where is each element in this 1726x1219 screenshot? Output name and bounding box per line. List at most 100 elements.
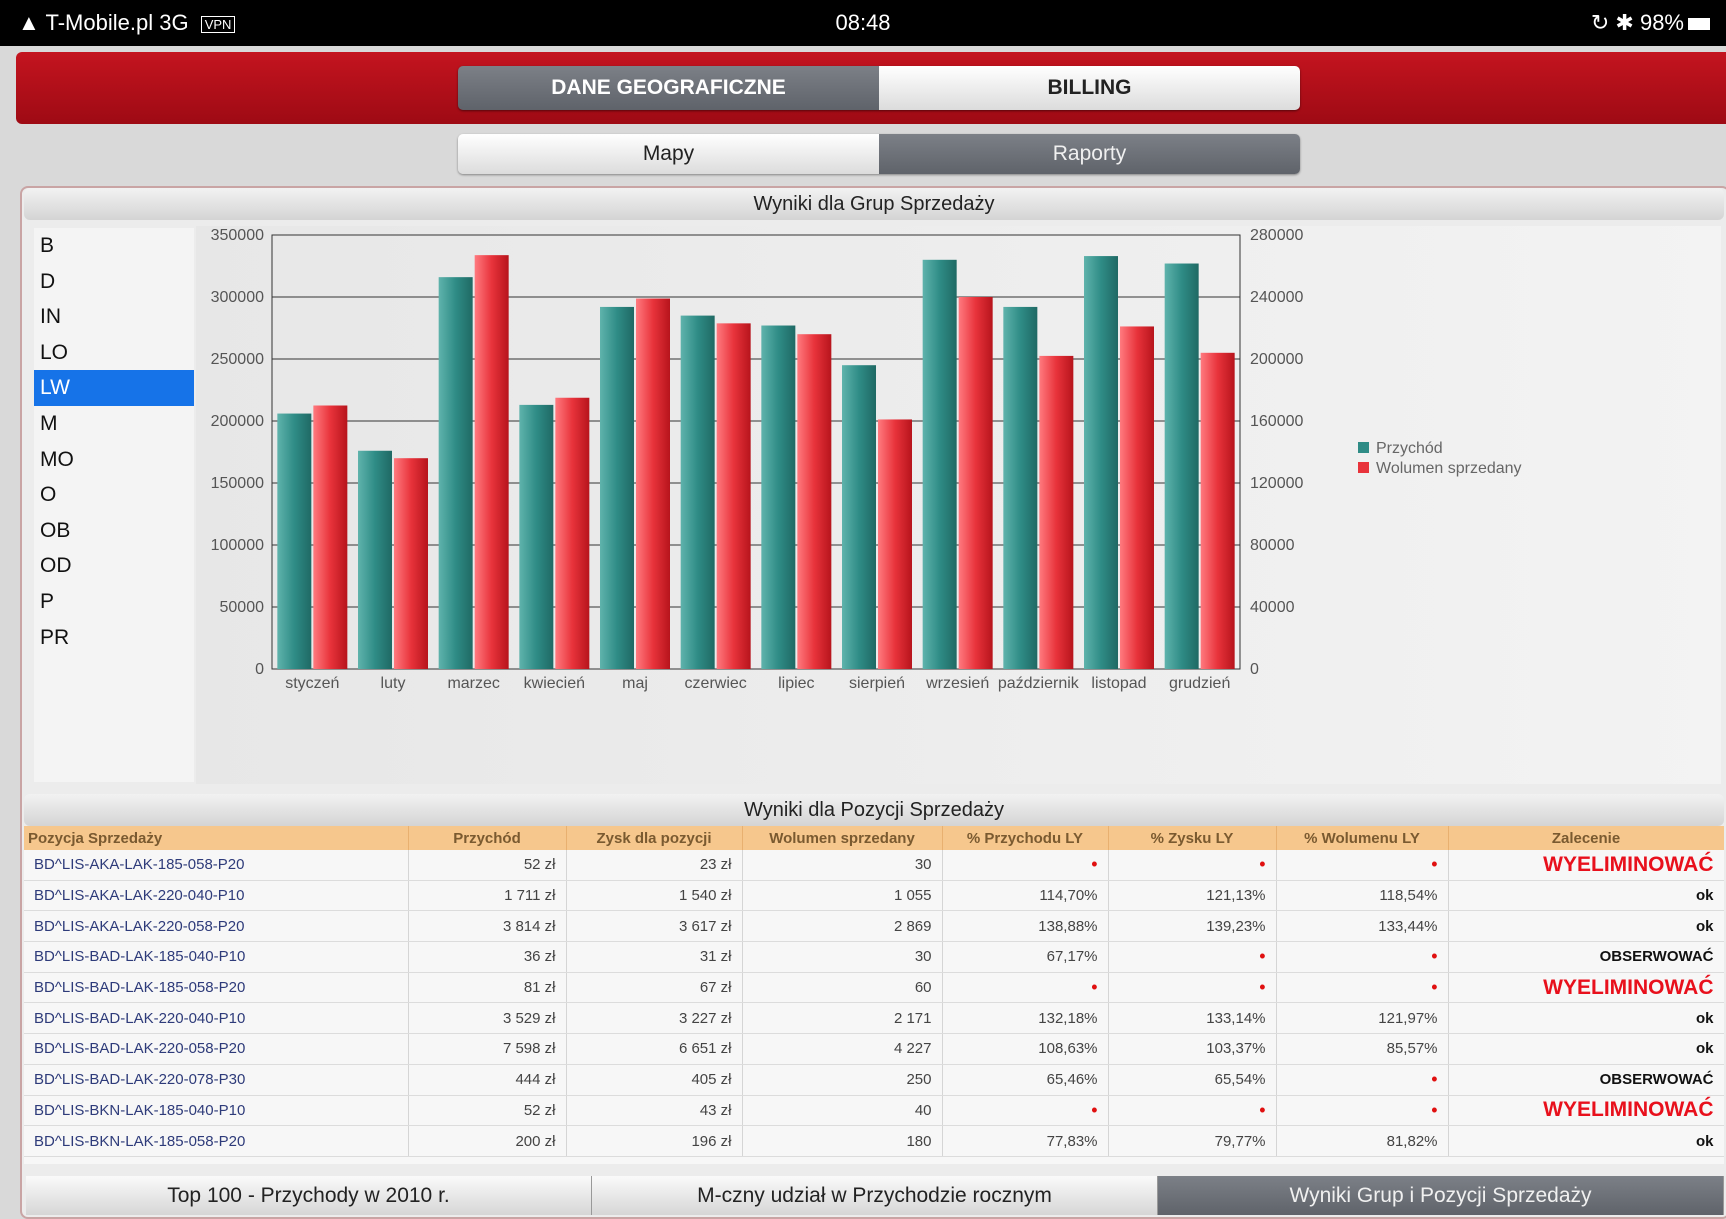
table-cell: ok: [1448, 1125, 1724, 1157]
table-row[interactable]: BD^LIS-BAD-LAK-220-078-P30 444 zł 405 zł 25…: [24, 1064, 1724, 1096]
column-header[interactable]: % Wolumenu LY: [1276, 826, 1449, 850]
table-cell: ok: [1448, 1002, 1724, 1035]
y-tick-label-right: 0: [1250, 661, 1259, 678]
group-item-lo[interactable]: LO: [34, 335, 194, 371]
table-cell: 43 zł: [566, 1095, 743, 1127]
table-cell: 65,46%: [942, 1064, 1109, 1096]
table-cell: 196 zł: [566, 1125, 743, 1157]
bar-wolumen: [1039, 355, 1074, 669]
group-item-od[interactable]: OD: [34, 548, 194, 584]
table-cell: 79,77%: [1108, 1125, 1277, 1157]
y-tick-label-left: 250000: [211, 351, 264, 368]
table-cell: 118,54%: [1276, 880, 1449, 912]
table-cell: 67,17%: [942, 941, 1109, 973]
group-item-ob[interactable]: OB: [34, 513, 194, 549]
column-header[interactable]: Przychód: [408, 826, 567, 850]
table-cell: 81 zł: [408, 972, 567, 1004]
y-tick-label-left: 300000: [211, 289, 264, 306]
items-section-title: Wyniki dla Pozycji Sprzedaży: [24, 794, 1724, 826]
table-cell: 121,13%: [1108, 880, 1277, 912]
table-row[interactable]: BD^LIS-BAD-LAK-185-040-P10 36 zł 31 zł 30 67…: [24, 941, 1724, 973]
table-cell: 65,54%: [1108, 1064, 1277, 1096]
group-item-o[interactable]: O: [34, 477, 194, 513]
y-tick-label-left: 200000: [211, 413, 264, 430]
group-item-d[interactable]: D: [34, 264, 194, 300]
table-cell: 133,44%: [1276, 910, 1449, 943]
bar-przychod: [761, 325, 796, 669]
clock: 08:48: [835, 10, 891, 35]
table-row[interactable]: BD^LIS-BAD-LAK-185-058-P20 81 zł 67 zł 60 • •…: [24, 972, 1724, 1004]
table-row[interactable]: BD^LIS-BKN-LAK-185-058-P20 200 zł 196 zł 18…: [24, 1125, 1724, 1157]
column-header[interactable]: Wolumen sprzedany: [742, 826, 943, 850]
table-row[interactable]: BD^LIS-BAD-LAK-220-040-P10 3 529 zł 3 227 …: [24, 1002, 1724, 1035]
table-row[interactable]: BD^LIS-BKN-LAK-185-040-P10 52 zł 43 zł 40 • •…: [24, 1095, 1724, 1127]
bar-przychod: [438, 277, 473, 669]
bar-przychod: [842, 365, 876, 669]
bar-przychod: [519, 404, 554, 669]
x-tick-label: luty: [381, 675, 406, 692]
bar-wolumen: [394, 458, 428, 669]
group-item-in[interactable]: IN: [34, 299, 194, 335]
y-tick-label-left: 50000: [220, 599, 265, 616]
bar-przychod: [1164, 263, 1199, 669]
group-item-m[interactable]: M: [34, 406, 194, 442]
table-cell: 1 540 zł: [566, 880, 743, 912]
table-cell: •: [1276, 941, 1449, 973]
table-cell: 6 651 zł: [566, 1033, 743, 1065]
y-tick-label-right: 160000: [1250, 413, 1303, 430]
bar-wolumen: [474, 255, 509, 669]
table-cell: 138,88%: [942, 910, 1109, 943]
table-cell: 85,57%: [1276, 1033, 1449, 1065]
table-row[interactable]: BD^LIS-BAD-LAK-220-058-P20 7 598 zł 6 651 …: [24, 1033, 1724, 1065]
bar-wolumen: [1200, 352, 1235, 669]
table-cell: 67 zł: [566, 972, 743, 1004]
tab-dane-geograficzne[interactable]: DANE GEOGRAFICZNE: [458, 66, 879, 110]
table-row[interactable]: BD^LIS-AKA-LAK-220-040-P10 1 711 zł 1 540 …: [24, 880, 1724, 912]
bar-przychod: [277, 413, 312, 669]
column-header[interactable]: Zysk dla pozycji: [566, 826, 743, 850]
tab-raporty[interactable]: Raporty: [879, 134, 1300, 174]
legend-label-wolumen: Wolumen sprzedany: [1376, 460, 1522, 477]
table-cell: •: [1276, 972, 1449, 1004]
table-cell: 114,70%: [942, 880, 1109, 912]
group-item-mo[interactable]: MO: [34, 442, 194, 478]
tab-top-100[interactable]: Top 100 - Przychody w 2010 r.: [26, 1176, 592, 1215]
group-item-p[interactable]: P: [34, 584, 194, 620]
table-cell: 250: [742, 1064, 943, 1096]
tab-billing[interactable]: BILLING: [879, 66, 1300, 110]
column-header[interactable]: % Przychodu LY: [942, 826, 1109, 850]
bar-wolumen: [878, 419, 912, 669]
x-tick-label: sierpień: [849, 675, 905, 692]
table-cell: WYELIMINOWAĆ: [1448, 850, 1724, 881]
group-item-lw[interactable]: LW: [34, 370, 194, 406]
x-tick-label: październik: [998, 675, 1080, 692]
x-tick-label: wrzesień: [925, 675, 989, 692]
bar-wolumen: [716, 323, 751, 669]
table-cell: •: [1108, 941, 1277, 973]
tab-mapy[interactable]: Mapy: [458, 134, 879, 174]
tab-group-results[interactable]: Wyniki Grup i Pozycji Sprzedaży: [1158, 1176, 1724, 1215]
table-cell: OBSERWOWAĆ: [1448, 1064, 1724, 1096]
table-cell: 3 617 zł: [566, 910, 743, 943]
table-cell: •: [1108, 850, 1277, 881]
group-item-b[interactable]: B: [34, 228, 194, 264]
table-cell: 52 zł: [408, 850, 567, 881]
column-header[interactable]: Zalecenie: [1448, 826, 1724, 850]
column-header[interactable]: % Zysku LY: [1108, 826, 1277, 850]
bar-przychod: [358, 450, 392, 669]
tab-monthly-share[interactable]: M-czny udział w Przychodzie rocznym: [592, 1176, 1158, 1215]
table-cell: •: [1108, 1095, 1277, 1127]
groups-section-title: Wyniki dla Grup Sprzedaży: [24, 188, 1724, 220]
table-cell: 139,23%: [1108, 910, 1277, 943]
bar-wolumen: [797, 334, 832, 669]
y-tick-label-right: 120000: [1250, 475, 1303, 492]
table-row[interactable]: BD^LIS-AKA-LAK-220-058-P20 3 814 zł 3 617 …: [24, 910, 1724, 943]
table-row[interactable]: BD^LIS-AKA-LAK-185-058-P20 52 zł 23 zł 30 • •…: [24, 850, 1724, 881]
table-cell: •: [942, 850, 1109, 881]
group-item-pr[interactable]: PR: [34, 620, 194, 656]
legend-swatch-przychod: [1358, 442, 1369, 453]
bar-przychod: [1003, 306, 1038, 669]
column-header[interactable]: Pozycja Sprzedaży: [24, 826, 409, 850]
battery-level: 98%: [1639, 10, 1684, 35]
bar-wolumen: [958, 297, 993, 669]
